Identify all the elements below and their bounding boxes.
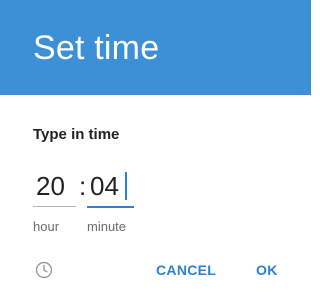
hour-value: 20 [36, 171, 65, 201]
dialog-header: Set time [0, 0, 311, 95]
dialog-title: Set time [33, 29, 160, 67]
minute-label: minute [87, 219, 127, 234]
ok-button[interactable]: OK [256, 261, 278, 279]
dialog-subtitle: Type in time [33, 126, 120, 143]
hour-label: hour [33, 219, 60, 234]
cancel-button[interactable]: CANCEL [156, 261, 216, 279]
text-caret [125, 172, 127, 200]
minute-value: 04 [90, 171, 119, 201]
time-separator: : [79, 171, 87, 201]
minute-input[interactable]: 04 [87, 168, 134, 208]
time-picker-dialog: Set time Type in time 20 : 04 hour minut… [0, 0, 311, 299]
hour-input[interactable]: 20 [33, 168, 76, 207]
clock-icon[interactable] [35, 261, 53, 279]
